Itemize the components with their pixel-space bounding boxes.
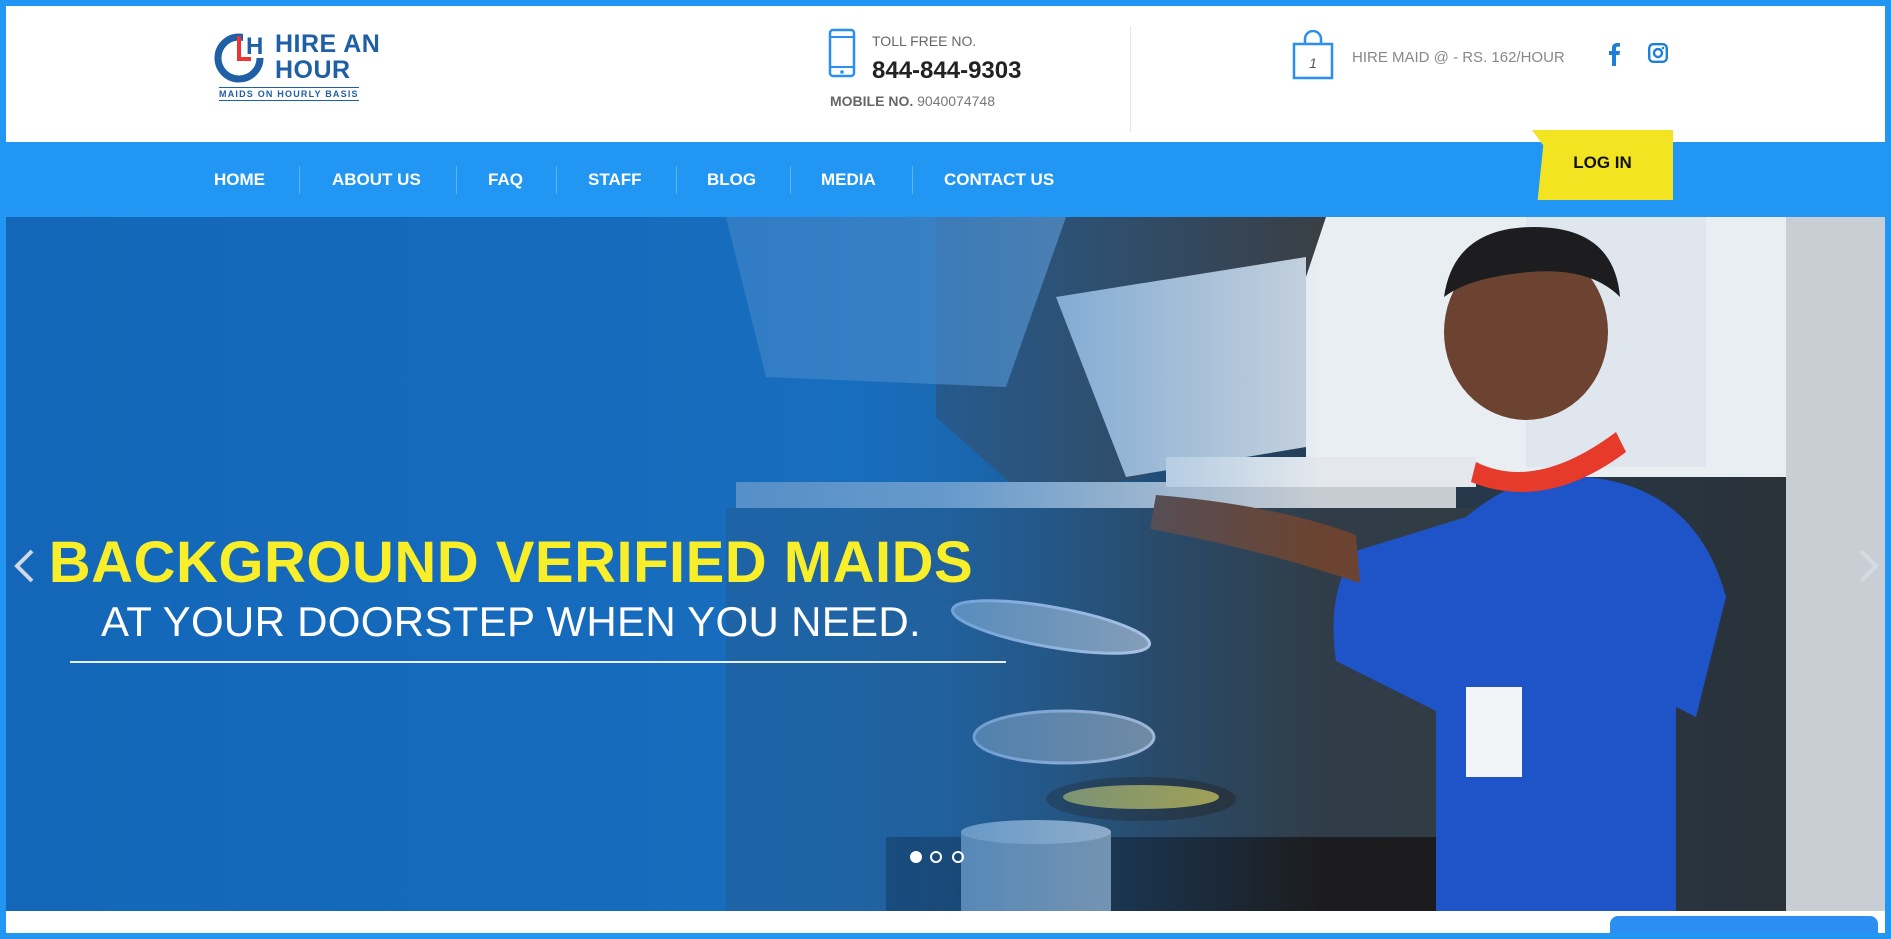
slider-dot-2[interactable] [930, 851, 942, 863]
slider-next-arrow-icon[interactable] [1855, 548, 1881, 584]
hero-title: BACKGROUND VERIFIED MAIDS [48, 530, 974, 595]
nav-divider [790, 166, 791, 194]
nav-staff[interactable]: STAFF [588, 142, 642, 217]
floating-tab[interactable] [1610, 916, 1878, 933]
nav-home[interactable]: HOME [214, 142, 265, 217]
toll-free-number[interactable]: 844-844-9303 [872, 57, 1021, 85]
nav-divider [456, 166, 457, 194]
nav-divider [912, 166, 913, 194]
nav-about-us[interactable]: ABOUT US [332, 142, 421, 217]
nav-divider [556, 166, 557, 194]
cart-count: 1 [1309, 55, 1317, 71]
hire-rate-promo: HIRE MAID @ - RS. 162/HOUR [1352, 49, 1565, 66]
nav-contact-us[interactable]: CONTACT US [944, 142, 1054, 217]
slider-dot-3[interactable] [952, 851, 964, 863]
slider-prev-arrow-icon[interactable] [12, 548, 38, 584]
header-divider [1130, 26, 1131, 132]
mobile-number[interactable]: 9040074748 [917, 93, 995, 109]
toll-free-label: TOLL FREE NO. [872, 33, 977, 49]
page-frame: H HIRE AN HOUR MAIDS ON HOURLY BASIS TOL… [6, 6, 1885, 933]
svg-text:H: H [246, 33, 263, 60]
site-logo[interactable]: H HIRE AN HOUR MAIDS ON HOURLY BASIS [213, 26, 403, 102]
mobile-label: MOBILE NO. [830, 93, 914, 109]
hero-underline [70, 661, 1006, 663]
mobile-phone-icon [828, 28, 856, 78]
nav-blog[interactable]: BLOG [707, 142, 756, 217]
logo-title-line2: HOUR [275, 56, 351, 84]
shopping-bag-icon[interactable]: 1 [1292, 30, 1334, 80]
login-button-label: LOG IN [1573, 153, 1632, 172]
slider-dot-1[interactable] [910, 851, 922, 863]
hero-slider: BACKGROUND VERIFIED MAIDS AT YOUR DOORST… [6, 217, 1885, 911]
instagram-icon[interactable] [1648, 43, 1668, 63]
site-header: H HIRE AN HOUR MAIDS ON HOURLY BASIS TOL… [6, 6, 1885, 142]
clock-logo-icon: H [214, 32, 271, 83]
mobile-number-line: MOBILE NO. 9040074748 [830, 93, 995, 109]
logo-title-line1: HIRE AN [275, 30, 381, 58]
hero-subtitle: AT YOUR DOORSTEP WHEN YOU NEED. [101, 598, 921, 645]
facebook-icon[interactable] [1607, 42, 1621, 66]
content-strip [6, 911, 1885, 933]
nav-faq[interactable]: FAQ [488, 142, 523, 217]
logo-tagline: MAIDS ON HOURLY BASIS [219, 87, 359, 101]
nav-divider [299, 166, 300, 194]
login-button[interactable]: LOG IN [1532, 130, 1673, 200]
nav-media[interactable]: MEDIA [821, 142, 876, 217]
nav-divider [676, 166, 677, 194]
